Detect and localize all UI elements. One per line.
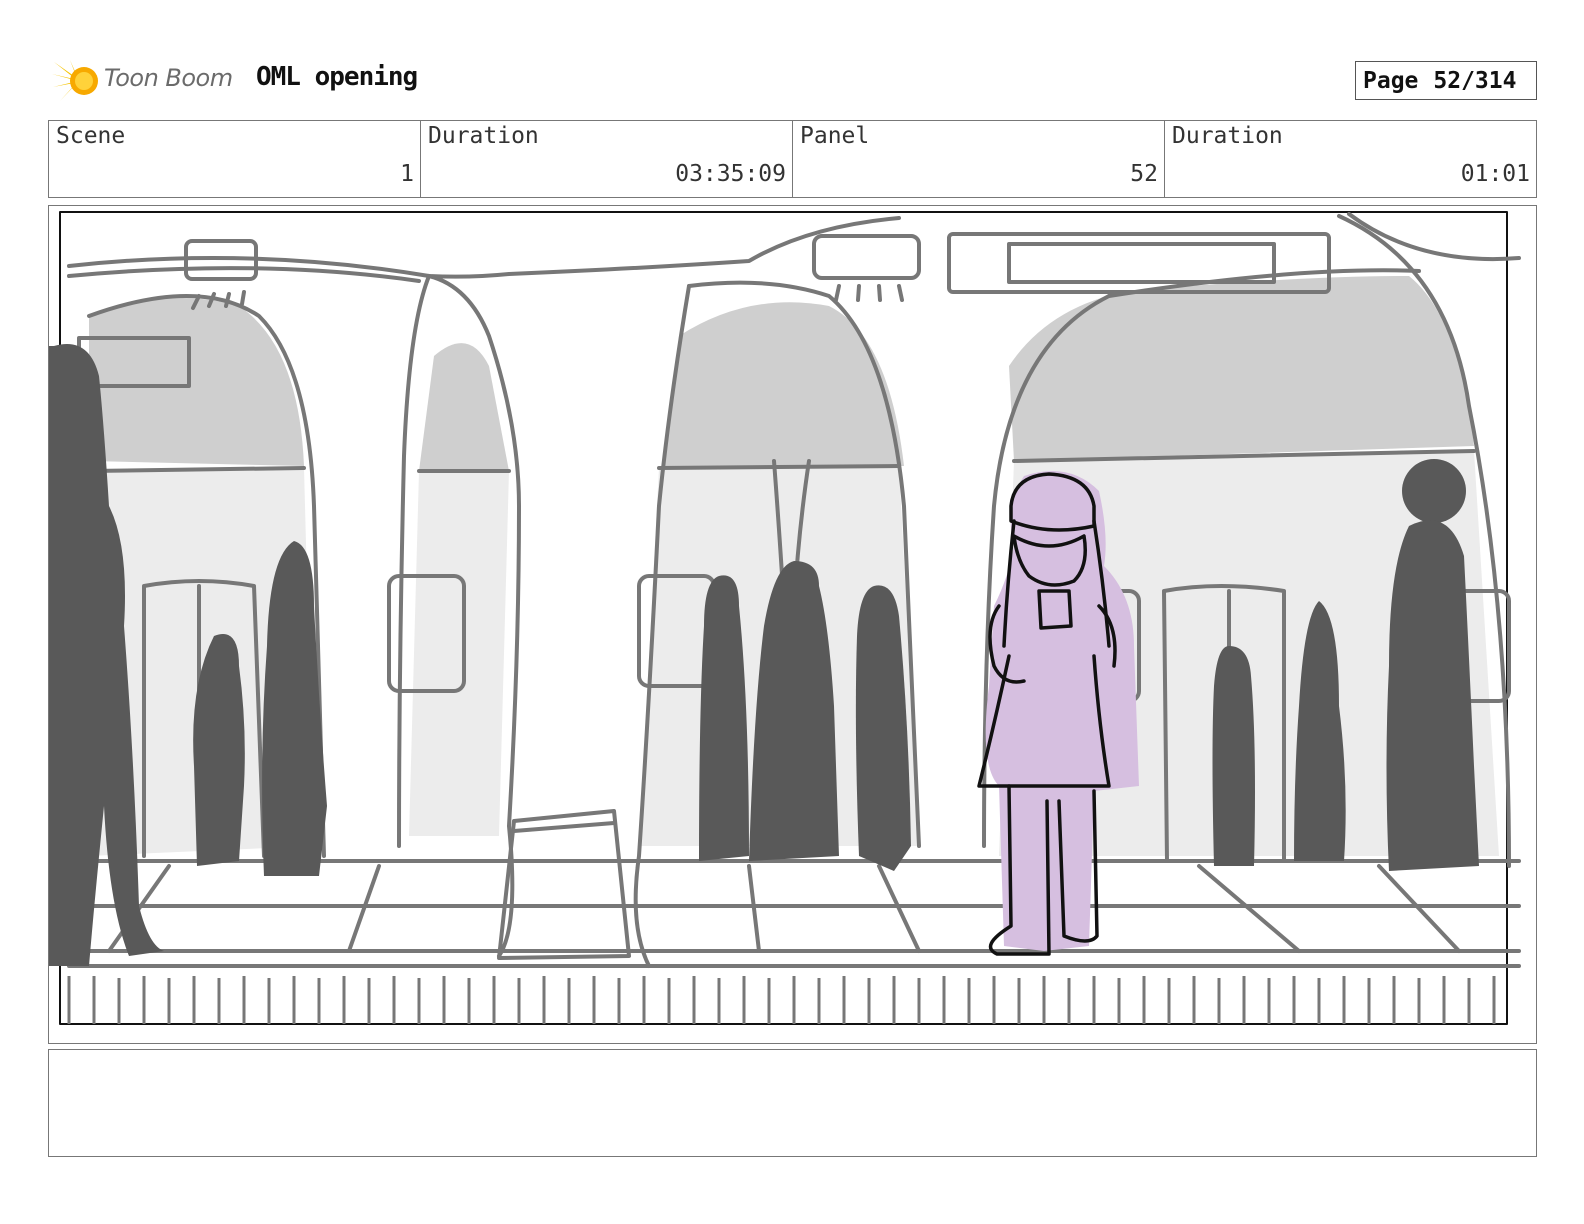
logo-text: Toon Boom	[104, 64, 233, 92]
page-number: 52/314	[1433, 67, 1517, 94]
panel-duration-label: Duration	[1172, 123, 1283, 149]
platform-edge-ticks	[67, 976, 1496, 1024]
scene-duration-cell: Duration 03:35:09	[421, 121, 793, 197]
panel-value: 52	[1130, 161, 1158, 187]
project-title: OML opening	[256, 62, 418, 92]
panel-label: Panel	[800, 123, 870, 149]
scene-duration-label: Duration	[428, 123, 539, 149]
panel-cell: Panel 52	[793, 121, 1165, 197]
scene-info-table: Scene 1 Duration 03:35:09 Panel 52 Durat…	[48, 120, 1537, 198]
page-label: Page	[1363, 67, 1419, 94]
scene-cell: Scene 1	[49, 121, 421, 197]
toon-boom-logo: Toon Boom	[52, 56, 242, 106]
panel-notes-box	[48, 1049, 1537, 1157]
panel-duration-cell: Duration 01:01	[1165, 121, 1536, 197]
scene-value: 1	[400, 161, 414, 187]
starburst-icon	[52, 60, 98, 101]
panel-duration-value: 01:01	[1460, 161, 1530, 187]
scene-label: Scene	[56, 123, 126, 149]
panel-sketch	[49, 211, 1521, 1025]
storyboard-panel	[48, 205, 1537, 1044]
scene-duration-value: 03:35:09	[675, 161, 786, 187]
page-indicator: Page 52/314	[1355, 61, 1537, 100]
